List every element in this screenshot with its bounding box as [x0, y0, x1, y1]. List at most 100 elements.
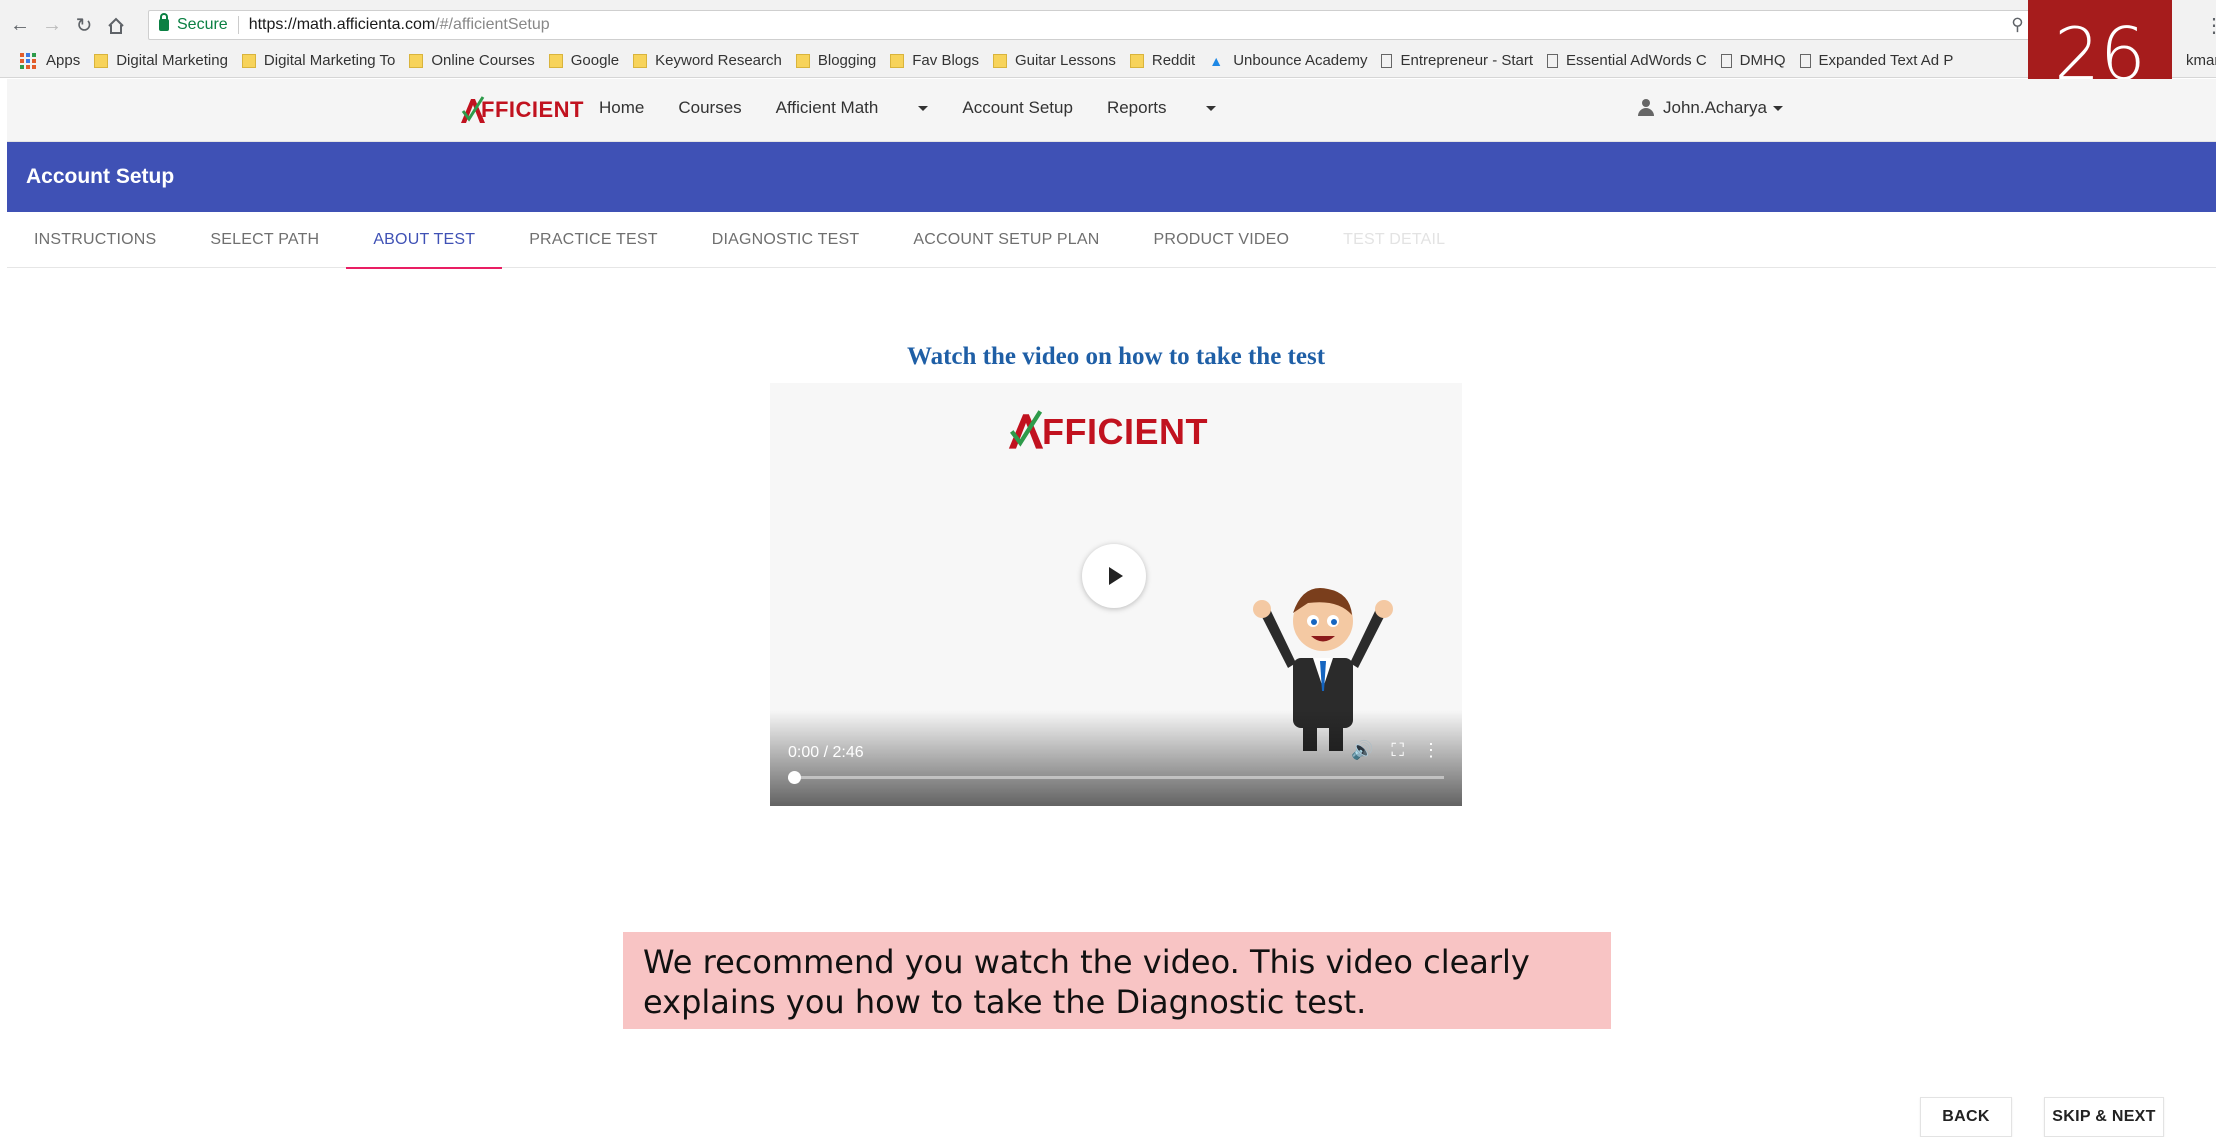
folder-icon [1129, 53, 1144, 68]
folder-icon [94, 53, 109, 68]
bookmark-label: Expanded Text Ad P [1818, 52, 1954, 69]
play-icon [1109, 567, 1123, 585]
nav-reports[interactable]: Reports [1107, 98, 1217, 118]
bookmark-folder[interactable]: Blogging [795, 52, 877, 69]
bookmark-label: Google [570, 52, 620, 69]
video-time: 0:00 / 2:46 [788, 744, 864, 761]
home-icon[interactable] [104, 14, 128, 38]
volume-icon[interactable]: 🔊 [1351, 740, 1373, 761]
folder-icon [795, 53, 810, 68]
bookmark-link[interactable]: Expanded Text Ad P [1799, 52, 1954, 69]
address-bar[interactable]: Secure https://math.afficienta.com /#/af… [148, 10, 2066, 40]
recommendation-note: We recommend you watch the video. This v… [623, 932, 1611, 1029]
video-heading: Watch the video on how to take the test [906, 343, 1326, 370]
folder-icon [409, 53, 424, 68]
url-path: /#/afficientSetup [435, 16, 550, 33]
video-player[interactable]: FFICIENT 0:00 / 2:46 🔊 ⛶ ⋮ [770, 383, 1462, 806]
video-scrubber-handle[interactable] [788, 771, 801, 784]
folder-icon [548, 53, 563, 68]
bookmark-folder[interactable]: Online Courses [409, 52, 535, 69]
bookmark-link[interactable]: ▲ Unbounce Academy [1209, 52, 1367, 69]
tab-account-setup-plan[interactable]: ACCOUNT SETUP PLAN [886, 212, 1126, 268]
bookmark-label: Blogging [817, 52, 877, 69]
tab-practice-test[interactable]: PRACTICE TEST [502, 212, 685, 268]
play-button[interactable] [1082, 544, 1146, 608]
video-logo: FFICIENT [1006, 407, 1208, 453]
bookmark-link[interactable]: Essential AdWords C [1547, 52, 1707, 69]
bookmark-label: Essential AdWords C [1566, 52, 1707, 69]
video-logo-text: FFICIENT [1042, 411, 1208, 452]
nav-home[interactable]: Home [599, 98, 644, 118]
user-name: John.Acharya [1663, 98, 1767, 117]
bookmarks-bar: Apps Digital Marketing Digital Marketing… [0, 44, 2216, 78]
page-title-bar: Account Setup [7, 142, 2216, 212]
bookmark-label: Reddit [1151, 52, 1196, 69]
user-icon [1637, 99, 1655, 117]
caret-down-icon [918, 105, 929, 111]
bookmark-folder[interactable]: Google [548, 52, 620, 69]
back-arrow-icon[interactable]: ← [8, 14, 32, 38]
folder-icon [241, 53, 256, 68]
bookmark-label: Unbounce Academy [1233, 52, 1368, 69]
logo-checkmark-icon [1008, 410, 1044, 449]
bookmark-link[interactable]: Entrepreneur - Start [1381, 52, 1533, 69]
setup-tabs: INSTRUCTIONS SELECT PATH ABOUT TEST PRAC… [7, 212, 2216, 269]
nav-reports-label: Reports [1106, 98, 1167, 117]
bookmark-folder[interactable]: Guitar Lessons [992, 52, 1116, 69]
key-icon[interactable]: ⚲ [2011, 15, 2023, 35]
nav-courses[interactable]: Courses [678, 98, 741, 118]
folder-icon [633, 53, 648, 68]
bookmark-label: Guitar Lessons [1014, 52, 1116, 69]
tab-instructions[interactable]: INSTRUCTIONS [7, 212, 183, 268]
tab-select-path[interactable]: SELECT PATH [183, 212, 346, 268]
page-icon [1547, 53, 1559, 68]
nav-account-setup[interactable]: Account Setup [962, 98, 1073, 118]
bookmark-label: Fav Blogs [912, 52, 979, 69]
folder-icon [890, 53, 905, 68]
bookmark-label: Digital Marketing [116, 52, 228, 69]
logo-text: FFICIENT [481, 97, 584, 122]
afficient-logo[interactable]: FFICIENT [459, 95, 584, 125]
divider [237, 16, 239, 34]
nav-afficient-math-label: Afficient Math [775, 98, 879, 117]
bookmark-folder[interactable]: Digital Marketing To [241, 52, 396, 69]
nav-afficient-math[interactable]: Afficient Math [776, 98, 929, 118]
bookmark-folder[interactable]: Digital Marketing [94, 52, 228, 69]
video-controls: 0:00 / 2:46 🔊 ⛶ ⋮ [770, 710, 1462, 806]
bookmark-link[interactable]: DMHQ [1720, 52, 1786, 69]
folder-icon [992, 53, 1007, 68]
back-button[interactable]: BACK [1920, 1097, 2012, 1137]
more-options-icon[interactable]: ⋮ [1422, 740, 1440, 761]
url-host: https://math.afficienta.com [248, 16, 436, 33]
lock-icon [159, 13, 169, 31]
bookmark-apps[interactable]: Apps [20, 52, 80, 69]
main-nav: Home Courses Afficient Math Account Setu… [599, 98, 1250, 118]
fullscreen-icon[interactable]: ⛶ [1391, 740, 1404, 761]
video-progress-bar[interactable] [788, 776, 1444, 779]
tab-about-test[interactable]: ABOUT TEST [346, 212, 503, 269]
bookmark-label: Digital Marketing To [263, 52, 396, 69]
page-icon [1720, 53, 1732, 68]
bookmark-link[interactable]: kmarks [2186, 52, 2216, 69]
video-control-icons: 🔊 ⛶ ⋮ [1351, 740, 1440, 761]
user-menu[interactable]: John.Acharya [1637, 98, 1783, 118]
forward-arrow-icon[interactable]: → [40, 14, 64, 38]
apps-grid-icon [20, 52, 36, 69]
bookmark-label: Keyword Research [655, 52, 782, 69]
tab-diagnostic-test[interactable]: DIAGNOSTIC TEST [685, 212, 887, 268]
caret-down-icon [1772, 105, 1783, 111]
browser-toolbar: ← → ↻ Secure https://math.afficienta.com… [0, 7, 2216, 44]
bookmark-label: Entrepreneur - Start [1400, 52, 1534, 69]
reload-icon[interactable]: ↻ [72, 14, 96, 38]
page-title: Account Setup [26, 165, 175, 188]
skip-next-button[interactable]: SKIP & NEXT [2044, 1097, 2164, 1137]
tab-product-video[interactable]: PRODUCT VIDEO [1127, 212, 1317, 268]
tab-strip [0, 0, 2216, 7]
bookmark-folder[interactable]: Fav Blogs [890, 52, 979, 69]
app-navbar: FFICIENT Home Courses Afficient Math Acc… [7, 79, 2216, 142]
bookmark-label: kmarks [2186, 52, 2216, 69]
browser-menu-icon[interactable]: ⋮ [2202, 13, 2216, 37]
page-icon [1381, 53, 1393, 68]
bookmark-folder[interactable]: Keyword Research [633, 52, 782, 69]
bookmark-folder[interactable]: Reddit [1129, 52, 1196, 69]
